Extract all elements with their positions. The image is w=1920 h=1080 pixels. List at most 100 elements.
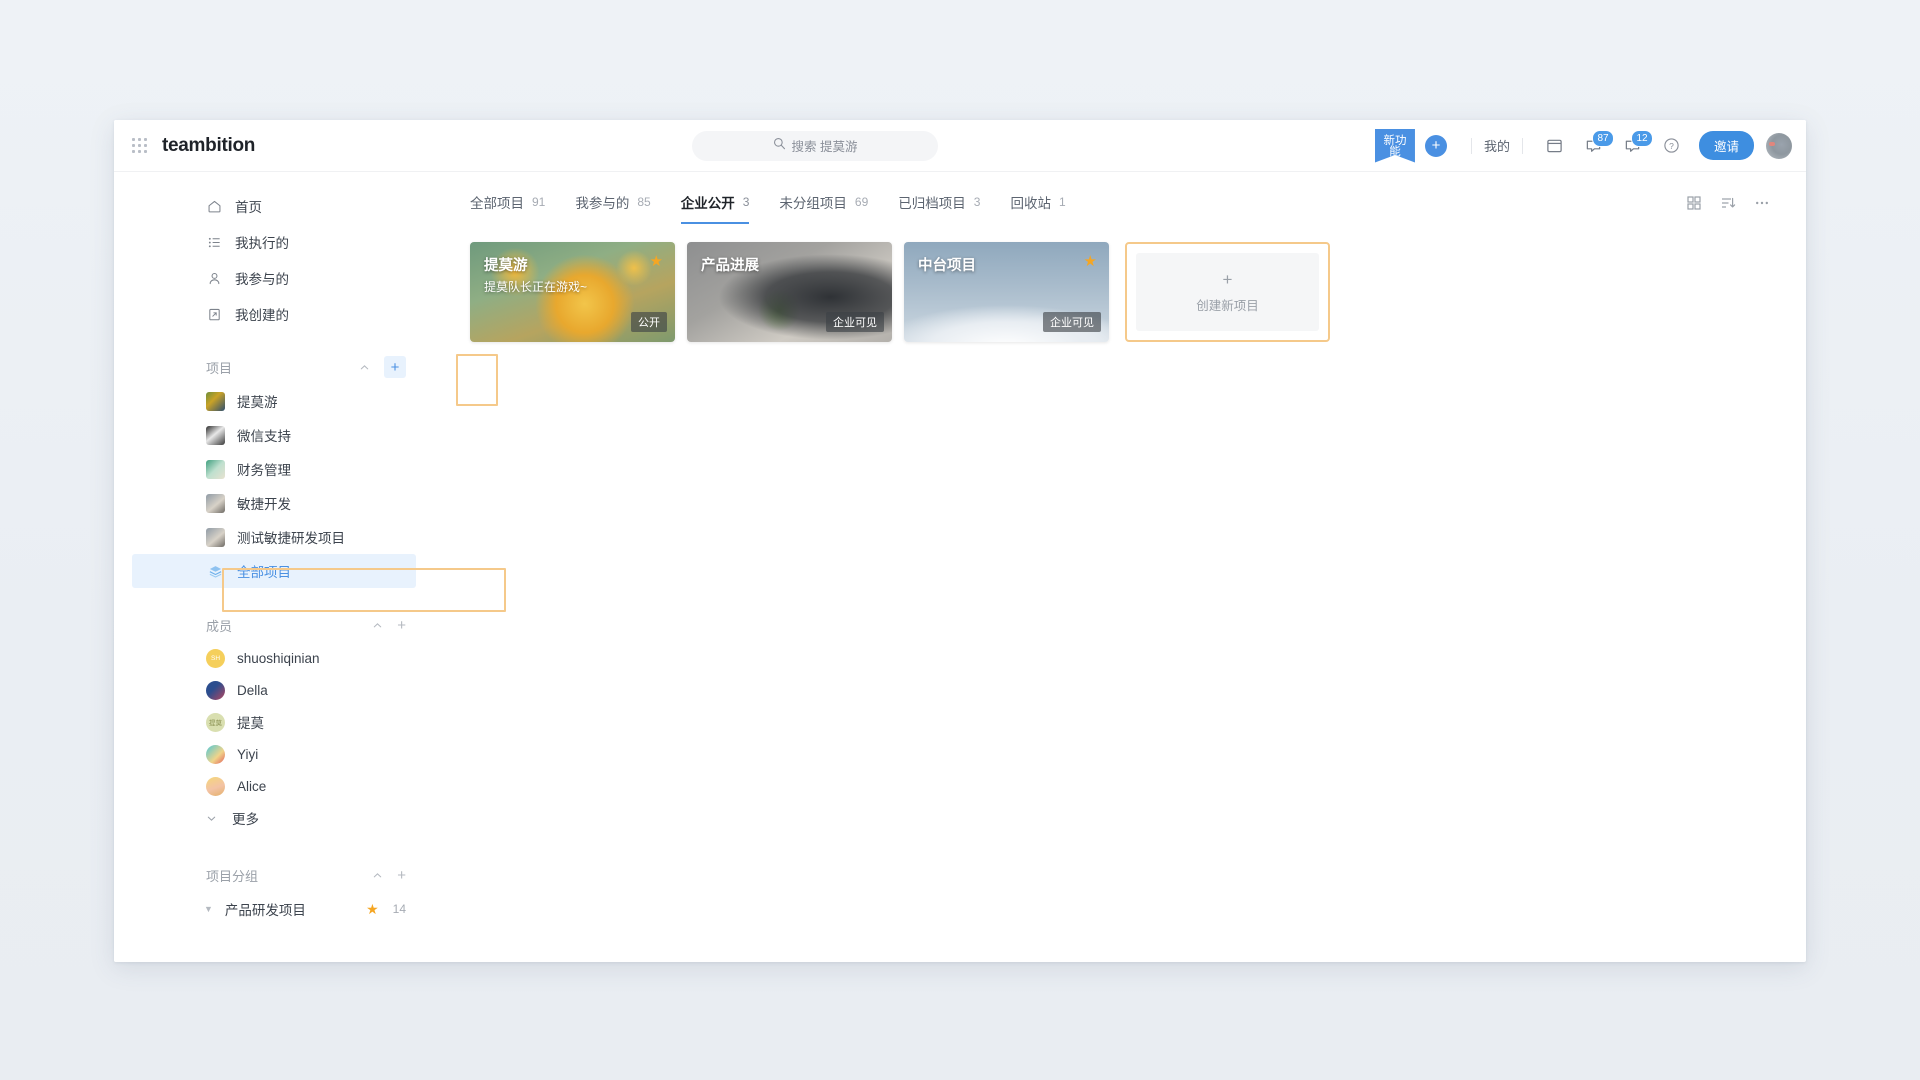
sidebar-item-label: 我创建的	[235, 308, 289, 323]
chevron-up-icon[interactable]	[372, 620, 383, 631]
caret-down-icon: ▼	[204, 904, 213, 914]
add-group-button[interactable]: +	[397, 867, 406, 884]
tab-all-projects[interactable]: 全部项目 91	[470, 192, 545, 224]
list-icon	[206, 234, 222, 250]
sidebar-item-all-projects[interactable]: 全部项目	[132, 554, 416, 588]
star-icon[interactable]: ★	[1084, 252, 1097, 270]
create-project-inner[interactable]: + 创建新项目	[1136, 253, 1319, 331]
sidebar-project-1[interactable]: 微信支持	[114, 418, 434, 452]
avatar[interactable]	[1766, 132, 1792, 159]
project-thumbnail	[206, 425, 225, 445]
add-button[interactable]: +	[1424, 134, 1447, 157]
sidebar-member-2[interactable]: 提莫 提莫	[114, 706, 434, 738]
divider	[1470, 137, 1472, 154]
member-label: shuoshiqinian	[237, 650, 320, 666]
add-member-button[interactable]: +	[397, 617, 406, 634]
all-projects-label: 全部项目	[237, 565, 291, 580]
search-area: 搜索 提莫游	[255, 130, 1375, 161]
project-thumbnail	[206, 493, 225, 513]
notification-badge-2: 12	[1630, 130, 1654, 147]
project-thumbnail	[206, 459, 225, 479]
screen: teambition 搜索 提莫游 新功能 + 我的 87 12 ? 邀请 首页…	[0, 0, 1920, 1080]
tab-count: 85	[637, 195, 651, 209]
sidebar-member-4[interactable]: Alice	[114, 770, 434, 802]
calendar-icon[interactable]	[1546, 137, 1563, 154]
app-header: teambition 搜索 提莫游 新功能 + 我的 87 12 ? 邀请	[114, 120, 1806, 172]
sidebar-item-created[interactable]: 我创建的	[114, 298, 434, 330]
clipboard-icon	[206, 306, 222, 322]
sidebar-member-3[interactable]: Yiyi	[114, 738, 434, 770]
sidebar-item-label: 首页	[235, 200, 262, 215]
member-avatar	[206, 776, 225, 796]
notification-badge-1: 87	[1591, 130, 1615, 147]
tab-count: 1	[1058, 195, 1066, 209]
plus-icon: +	[1222, 269, 1233, 289]
chevron-up-icon[interactable]	[359, 362, 370, 373]
project-card-1[interactable]: 产品进展 企业可见	[687, 242, 892, 342]
card-title: 中台项目	[918, 258, 976, 274]
project-thumbnail	[206, 527, 225, 547]
tab-label: 回收站	[1010, 196, 1051, 211]
visibility-badge: 企业可见	[826, 312, 884, 332]
tab-enterprise-public[interactable]: 企业公开 3	[680, 192, 750, 224]
project-card-0[interactable]: 提莫游 提莫队长正在游戏~ ★ 公开	[470, 242, 675, 342]
home-icon	[206, 198, 222, 214]
invite-button[interactable]: 邀请	[1698, 131, 1754, 160]
create-project-card[interactable]: + 创建新项目	[1125, 242, 1330, 342]
visibility-badge: 企业可见	[1043, 312, 1101, 332]
members-more-button[interactable]: 更多	[114, 802, 434, 834]
sidebar-project-4[interactable]: 测试敏捷研发项目	[114, 520, 434, 554]
new-feature-ribbon[interactable]: 新功能	[1374, 128, 1415, 163]
grid-dots-icon[interactable]	[132, 137, 148, 154]
tab-participating[interactable]: 我参与的 85	[575, 192, 650, 224]
tabs-row: 全部项目 91 我参与的 85 企业公开 3 未分组项目 69 已归档项目 3 …	[470, 192, 1770, 224]
tab-archived[interactable]: 已归档项目 3	[898, 192, 980, 224]
chevron-up-icon[interactable]	[372, 870, 383, 881]
sidebar-item-home[interactable]: 首页	[114, 190, 434, 222]
brand-logo[interactable]: teambition	[162, 135, 255, 157]
sidebar-member-0[interactable]: SH shuoshiqinian	[114, 642, 434, 674]
message-icon-2[interactable]: 12	[1624, 130, 1654, 154]
sidebar: 首页 我执行的 我参与的 我创建的 项目 + 提莫游 微信支持 财务管理 敏捷开…	[114, 172, 434, 962]
tab-recycle-bin[interactable]: 回收站 1	[1010, 192, 1065, 224]
star-icon[interactable]: ★	[650, 252, 663, 270]
tab-count: 91	[532, 195, 546, 209]
project-card-2[interactable]: 中台项目 ★ 企业可见	[904, 242, 1109, 342]
group-count: 14	[392, 902, 406, 916]
sort-icon[interactable]	[1720, 195, 1736, 211]
view-tools	[1686, 195, 1770, 221]
sidebar-project-2[interactable]: 财务管理	[114, 452, 434, 486]
main-content: 全部项目 91 我参与的 85 企业公开 3 未分组项目 69 已归档项目 3 …	[434, 172, 1806, 962]
member-avatar	[206, 680, 225, 700]
layers-icon	[206, 564, 225, 579]
grid-view-icon[interactable]	[1686, 195, 1702, 211]
tab-ungrouped[interactable]: 未分组项目 69	[779, 192, 868, 224]
members-more-label: 更多	[232, 812, 259, 827]
sidebar-member-1[interactable]: Della	[114, 674, 434, 706]
add-project-button[interactable]: +	[384, 356, 406, 378]
sidebar-group-0[interactable]: ▼ 产品研发项目 ★ 14	[114, 892, 434, 926]
search-input[interactable]: 搜索 提莫游	[692, 130, 939, 161]
projects-section-title: 项目	[206, 360, 233, 376]
help-icon[interactable]: ?	[1663, 137, 1680, 154]
tab-bar: 全部项目 91 我参与的 85 企业公开 3 未分组项目 69 已归档项目 3 …	[470, 192, 1686, 224]
sidebar-project-3[interactable]: 敏捷开发	[114, 486, 434, 520]
projects-section-header: 项目 +	[114, 352, 434, 382]
project-label: 敏捷开发	[237, 497, 291, 512]
member-avatar: SH	[206, 648, 225, 668]
project-cards: 提莫游 提莫队长正在游戏~ ★ 公开 产品进展 企业可见 中台项目 ★ 企业可见	[470, 242, 1770, 342]
project-label: 财务管理	[237, 463, 291, 478]
sidebar-item-my-tasks[interactable]: 我执行的	[114, 226, 434, 258]
sidebar-item-label: 我执行的	[235, 236, 289, 251]
app-window: teambition 搜索 提莫游 新功能 + 我的 87 12 ? 邀请 首页…	[114, 120, 1806, 962]
visibility-badge: 公开	[631, 312, 667, 332]
sidebar-project-0[interactable]: 提莫游	[114, 384, 434, 418]
message-icon-1[interactable]: 87	[1585, 130, 1615, 154]
more-horizontal-icon[interactable]	[1754, 195, 1770, 211]
star-icon[interactable]: ★	[366, 901, 379, 918]
divider	[1521, 137, 1523, 154]
sidebar-item-participating[interactable]: 我参与的	[114, 262, 434, 294]
svg-text:?: ?	[1669, 141, 1674, 151]
sidebar-item-label: 我参与的	[235, 272, 289, 287]
my-link[interactable]: 我的	[1484, 136, 1510, 155]
